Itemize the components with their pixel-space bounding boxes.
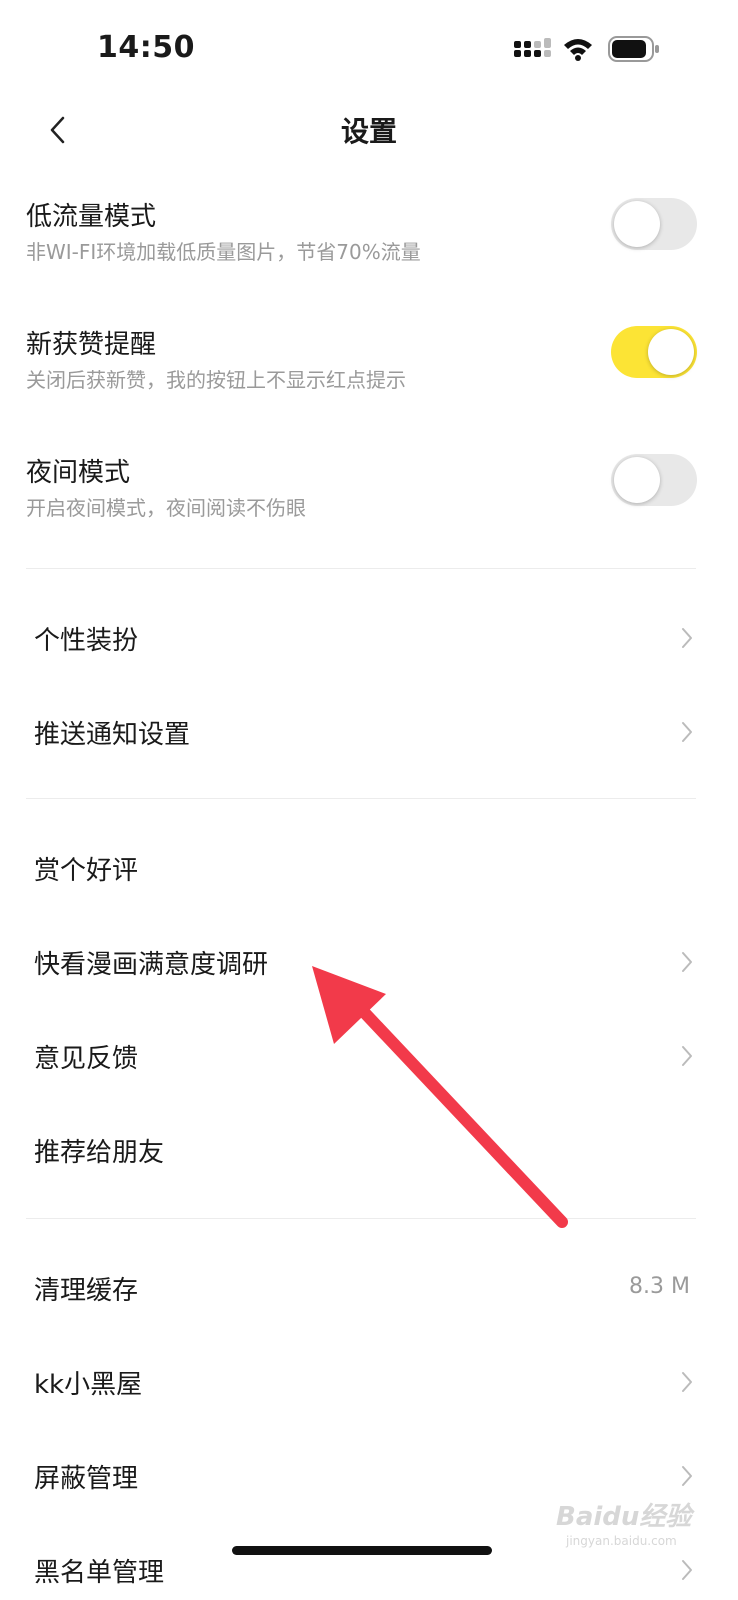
- toggle-row-low-data: 低流量模式 非WI-FI环境加载低质量图片，节省70%流量: [0, 196, 738, 296]
- menu-item-label: 赏个好评: [34, 856, 139, 886]
- chevron-right-icon: [682, 1372, 692, 1392]
- annotation-arrow-icon: [312, 966, 568, 1228]
- menu-item-label: kk小黑屋: [34, 1370, 143, 1400]
- menu-item-feedback[interactable]: 意见反馈: [0, 1020, 738, 1090]
- signal-icon: [514, 38, 551, 57]
- toggle-title: 新获赞提醒: [26, 330, 157, 360]
- switch-knob: [614, 201, 660, 247]
- switch-knob: [614, 457, 660, 503]
- toggle-title: 夜间模式: [26, 458, 131, 488]
- toggle-subtitle: 关闭后获新赞，我的按钮上不显示红点提示: [26, 368, 406, 392]
- baidu-watermark-url: jingyan.baidu.com: [566, 1534, 677, 1548]
- menu-item-label: 快看漫画满意度调研: [34, 950, 269, 980]
- switch-knob: [648, 329, 694, 375]
- menu-item-label: 推送通知设置: [34, 720, 191, 750]
- toggle-row-night-mode: 夜间模式 开启夜间模式，夜间阅读不伤眼: [0, 452, 738, 552]
- divider: [26, 1218, 696, 1219]
- menu-item-label: 个性装扮: [34, 626, 139, 656]
- toggle-title: 低流量模式: [26, 202, 157, 232]
- toggle-row-like-reminder: 新获赞提醒 关闭后获新赞，我的按钮上不显示红点提示: [0, 324, 738, 424]
- page-title: 设置: [340, 115, 397, 148]
- nav-bar: 设置: [0, 100, 738, 160]
- menu-item-label: 屏蔽管理: [34, 1464, 139, 1494]
- menu-item-label: 黑名单管理: [34, 1558, 165, 1588]
- like-reminder-switch[interactable]: [611, 326, 697, 378]
- chevron-right-icon: [682, 1046, 692, 1066]
- toggle-subtitle: 开启夜间模式，夜间阅读不伤眼: [26, 496, 306, 520]
- chevron-right-icon: [682, 952, 692, 972]
- menu-item-kk-blackroom[interactable]: kk小黑屋: [0, 1346, 738, 1416]
- wifi-icon: [564, 39, 592, 61]
- home-indicator[interactable]: [232, 1546, 492, 1555]
- low-data-switch[interactable]: [611, 198, 697, 250]
- chevron-right-icon: [682, 1560, 692, 1580]
- menu-item-recommend[interactable]: 推荐给朋友: [0, 1114, 738, 1184]
- toggle-subtitle: 非WI-FI环境加载低质量图片，节省70%流量: [26, 240, 421, 264]
- menu-item-push-settings[interactable]: 推送通知设置: [0, 696, 738, 766]
- status-time: 14:50: [97, 30, 195, 65]
- menu-item-satisfaction-survey[interactable]: 快看漫画满意度调研: [0, 926, 738, 996]
- baidu-watermark: Baidu经验: [556, 1502, 692, 1532]
- status-bar: 14:50: [0, 0, 738, 100]
- chevron-right-icon: [682, 1466, 692, 1486]
- menu-item-label: 清理缓存: [34, 1276, 139, 1306]
- cache-size: 8.3 M: [629, 1274, 690, 1299]
- night-mode-switch[interactable]: [611, 454, 697, 506]
- chevron-right-icon: [682, 722, 692, 742]
- divider: [26, 798, 696, 799]
- menu-item-personalize[interactable]: 个性装扮: [0, 602, 738, 672]
- menu-item-label: 推荐给朋友: [34, 1138, 165, 1168]
- battery-icon: [608, 36, 659, 62]
- divider: [26, 568, 696, 569]
- menu-item-label: 意见反馈: [34, 1044, 139, 1074]
- chevron-right-icon: [682, 628, 692, 648]
- menu-item-rate-app[interactable]: 赏个好评: [0, 832, 738, 902]
- menu-item-clear-cache[interactable]: 清理缓存 8.3 M: [0, 1252, 738, 1322]
